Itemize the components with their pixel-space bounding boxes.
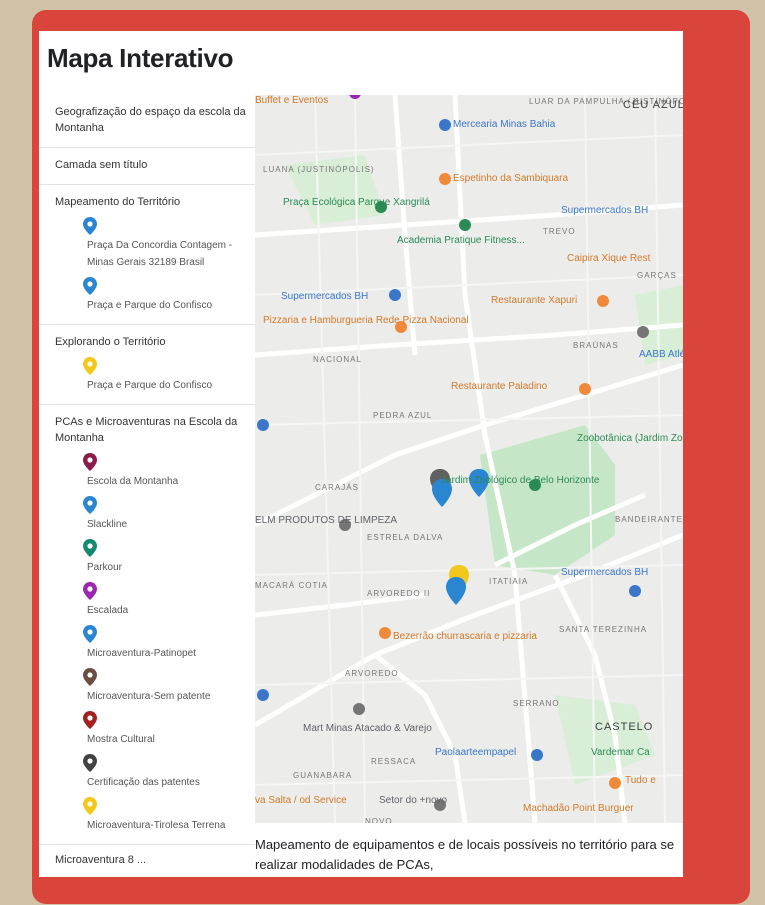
legend-item[interactable]: Parkour <box>55 538 255 576</box>
legend-item[interactable]: Slackline <box>55 495 255 533</box>
page-title: Mapa Interativo <box>47 43 234 73</box>
map-pin-icon <box>83 276 97 295</box>
map-description: Mapeamento de equipamentos e de locais p… <box>255 837 675 872</box>
legend-item[interactable]: Praça Da Concordia Contagem - Minas Gera… <box>55 216 255 271</box>
legend-item-label: Microaventura-Sem patente <box>87 690 211 702</box>
legend-item-label: Microaventura-Tirolesa Terrena <box>87 819 226 831</box>
map-place-label: va Salta / od Service <box>255 795 347 806</box>
legend-item-label: Slackline <box>87 518 128 530</box>
map-place-label: AABB Atlética <box>639 349 683 360</box>
legend-layer[interactable]: Mapeamento do Território Praça Da Concord… <box>39 185 255 325</box>
map-place-label: CÉU AZUL <box>623 99 683 111</box>
park-area <box>555 695 655 785</box>
map-pin-icon <box>446 577 466 605</box>
map-pin-icon <box>83 753 97 772</box>
legend-layer-title: Camada sem título <box>55 158 148 171</box>
legend-item-label: Certificação das patentes <box>87 776 200 788</box>
map-place-label: GUANABARA <box>293 771 353 780</box>
map-place-label: MACARÁ COTIA <box>255 581 328 590</box>
legend-item[interactable]: Microaventura-Tirolesa Terrena <box>55 796 255 834</box>
legend-layer-title: Explorando o Território <box>55 335 166 348</box>
map-pin-icon <box>83 624 97 643</box>
map-place-label: Tudo e <box>625 775 656 786</box>
legend-cutoff-text: Microaventura 8 ... <box>55 853 147 866</box>
map-place-label: SANTA TEREZINHA <box>559 625 648 634</box>
map-pin-icon <box>83 356 97 375</box>
map-place-label: CARAJÁS <box>315 483 359 492</box>
map-place-label: Zoobotânica (Jardim Zoológico e Botânico… <box>577 433 683 444</box>
map-place-label: GARÇAS <box>637 271 677 280</box>
map-place-label: ARVOREDO II <box>367 589 431 598</box>
legend-item[interactable]: Praça e Parque do Confisco <box>55 276 255 314</box>
legend-item[interactable]: Escola da Montanha <box>55 452 255 490</box>
map-place-label: BANDEIRANTES (PAMPULHA) <box>615 515 683 524</box>
map-pin-icon <box>83 452 97 471</box>
map-place-label: NOVO <box>365 817 393 823</box>
map-place-label: Praça Ecológica Parque Xangrilá <box>283 197 430 208</box>
legend-item-label: Escalada <box>87 604 129 616</box>
legend-item[interactable]: Microaventura-Patinopet <box>55 624 255 662</box>
map-place-label: RESSACA <box>371 757 417 766</box>
legend-item-label: Escola da Montanha <box>87 475 179 487</box>
map-pin-icon <box>83 796 97 815</box>
map-place-label: Supermercados BH <box>561 567 649 578</box>
map-place-label: SERRANO <box>513 699 560 708</box>
map-place-label: ELM PRODUTOS DE LIMPEZA <box>255 515 398 526</box>
map-place-label: LUANA (JUSTINÓPOLIS) <box>263 165 375 174</box>
map-place-label: Bezerrão churrascaria e pizzaria <box>393 631 537 642</box>
map-place-label: ITATIAIA <box>489 577 529 586</box>
map-place-label: Jardim Zoológico de Belo Horizonte <box>441 475 600 486</box>
map-view[interactable]: Buffet e Eventos LUAR DA PAMPULHA (JUSTIN… <box>255 95 683 823</box>
map-place-label: Setor do +novo <box>379 795 448 806</box>
legend-layer[interactable]: Explorando o Território Praça e Parque do… <box>39 325 255 405</box>
legend-item-label: Parkour <box>87 561 123 573</box>
legend-item-label: Praça e Parque do Confisco <box>87 299 213 311</box>
map-legend[interactable]: Geografização do espaço da escola da Mon… <box>39 95 255 877</box>
map-place-label: Paolaarteempapel <box>435 747 517 758</box>
legend-layer-title: Geografização do espaço da escola da Mon… <box>55 106 246 134</box>
map-place-label: NACIONAL <box>313 355 362 364</box>
map-pin-icon <box>83 581 97 600</box>
map-pin-icon <box>83 495 97 514</box>
map-place-label: PEDRA AZUL <box>373 411 433 420</box>
map-place-label: Espetinho da Sambiquara <box>453 173 569 184</box>
map-pin-icon <box>83 216 97 235</box>
map-place-label: Restaurante Paladino <box>451 381 548 392</box>
legend-item[interactable]: Praça e Parque do Confisco <box>55 356 255 394</box>
map-pin-icon <box>83 667 97 686</box>
map-card: Mapa Interativo Geografização do espaço … <box>39 31 683 877</box>
map-place-label: Restaurante Xapuri <box>491 295 578 306</box>
legend-item[interactable]: Certificação das patentes <box>55 753 255 791</box>
legend-item-label: Mostra Cultural <box>87 733 155 745</box>
legend-layer-title: PCAs e Microaventuras na Escola da Monta… <box>55 415 238 444</box>
legend-layer[interactable]: Geografização do espaço da escola da Mon… <box>39 95 255 148</box>
map-place-label: Supermercados BH <box>561 205 649 216</box>
map-place-label: Machadão Point Burguer <box>523 803 634 814</box>
map-place-label: TREVO <box>543 227 576 236</box>
legend-item[interactable]: Microaventura-Sem patente <box>55 667 255 705</box>
map-place-label: Mart Minas Atacado & Varejo <box>303 723 432 734</box>
map-place-label: Supermercados BH <box>281 291 369 302</box>
map-place-label: BRAÚNAS <box>573 341 619 350</box>
map-place-label: Buffet e Eventos <box>255 95 329 106</box>
map-pin-icon <box>83 710 97 729</box>
legend-item-label: Praça Da Concordia Contagem - Minas Gera… <box>87 239 233 268</box>
map-place-label: Pizzaria e Hamburgueria Rede Pizza Nacio… <box>263 315 469 326</box>
legend-layer-title: Mapeamento do Território <box>55 195 181 208</box>
legend-layer[interactable]: Camada sem título <box>39 148 255 185</box>
legend-item-label: Microaventura-Patinopet <box>87 647 196 659</box>
legend-layer[interactable]: PCAs e Microaventuras na Escola da Monta… <box>39 405 255 845</box>
map-place-label: Vardemar Ca <box>591 747 650 758</box>
map-place-label: ESTRELA DALVA <box>367 533 444 542</box>
map-place-label: ARVOREDO <box>345 669 399 678</box>
map-place-label: Mercearia Minas Bahia <box>453 119 556 130</box>
map-pin-icon <box>83 538 97 557</box>
map-place-label: Academia Pratique Fitness... <box>397 235 525 246</box>
legend-item-label: Praça e Parque do Confisco <box>87 379 213 391</box>
map-place-label: Caipira Xique Rest <box>567 253 651 264</box>
legend-item[interactable]: Escalada <box>55 581 255 619</box>
legend-item[interactable]: Mostra Cultural <box>55 710 255 748</box>
map-place-label: CASTELO <box>595 721 654 733</box>
